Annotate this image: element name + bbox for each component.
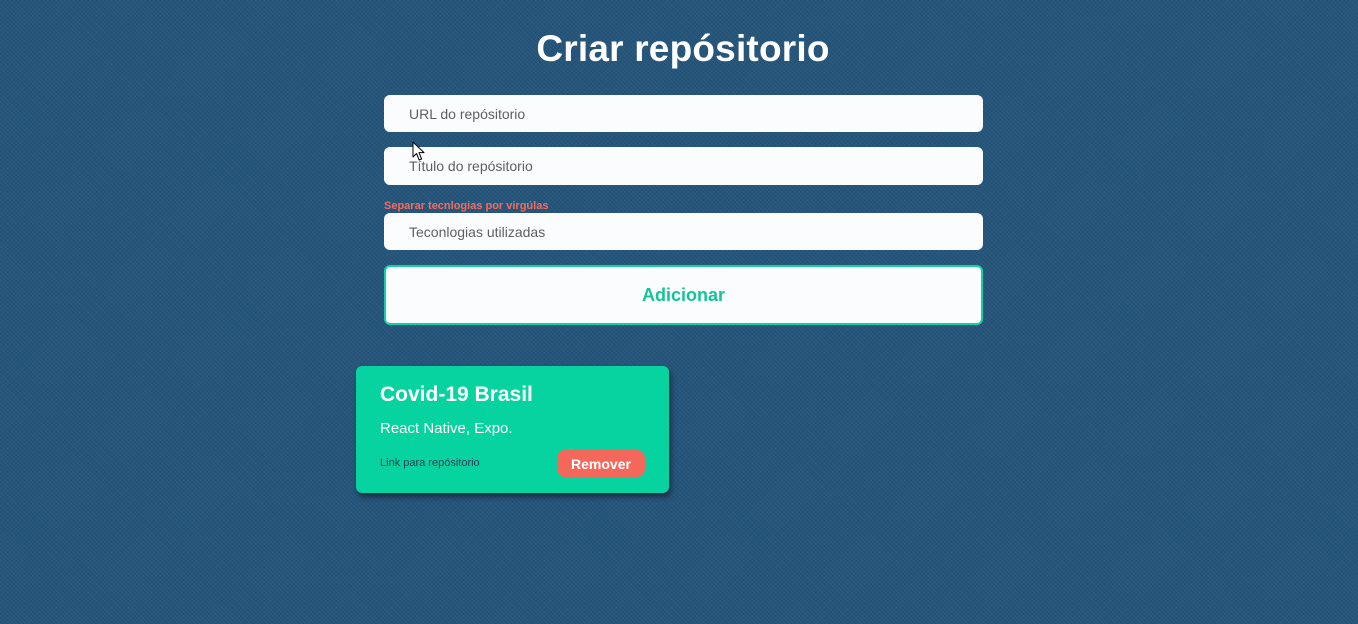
repository-card: Covid-19 Brasil React Native, Expo. Link…: [356, 366, 669, 493]
page-title: Criar repósitorio: [536, 28, 830, 69]
repository-card-title: Covid-19 Brasil: [380, 383, 533, 406]
repository-link[interactable]: Link para repósitorio: [380, 457, 480, 469]
repository-title-input[interactable]: [384, 147, 983, 185]
remove-repository-button[interactable]: Remover: [557, 450, 645, 477]
repository-url-input[interactable]: [384, 95, 983, 132]
repository-techs-input[interactable]: [384, 213, 983, 250]
repository-card-techs: React Native, Expo.: [380, 420, 513, 437]
add-repository-button[interactable]: Adicionar: [384, 265, 983, 325]
techs-hint: Separar tecnlogias por virgúlas: [384, 200, 549, 212]
create-repository-form: Separar tecnlogias por virgúlas Adiciona…: [384, 95, 983, 325]
